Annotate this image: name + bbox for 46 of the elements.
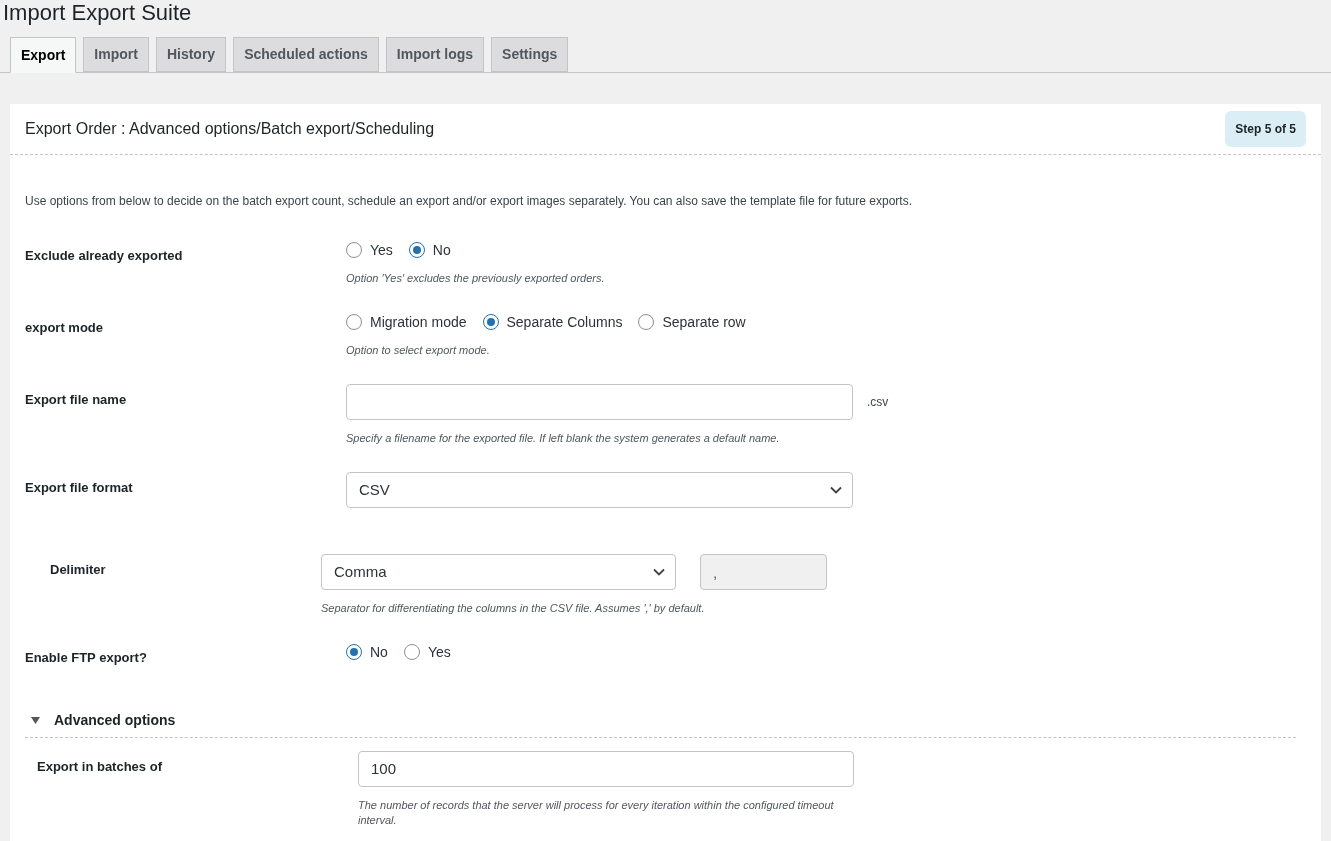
tab[interactable]: Import — [83, 37, 149, 72]
radio-button[interactable] — [482, 314, 499, 330]
step-badge: Step 5 of 5 — [1225, 111, 1306, 147]
intro-text: Use options from below to decide on the batch export count, schedule an export and/or export images separately. You can also save the template file for future exports. — [25, 193, 913, 210]
dropdown[interactable]: Comma — [321, 554, 676, 590]
file-extension: .csv — [867, 394, 889, 411]
field-label: Exclude already exported — [25, 247, 184, 265]
field-label: Export file format — [25, 479, 134, 497]
chevron-down-icon — [653, 568, 665, 576]
radio-label: Yes — [370, 240, 393, 260]
panel-title: Export Order : Advanced options/Batch export/Scheduling — [25, 119, 435, 139]
text-field[interactable] — [346, 384, 853, 420]
field-label: export mode — [25, 319, 104, 337]
help-text: Specify a filename for the exported file. If left blank the system generates a default name. — [346, 431, 781, 446]
tab[interactable]: Scheduled actions — [233, 37, 379, 72]
triangle-down-icon — [31, 716, 40, 724]
radio-label: Separate Columns — [506, 312, 623, 332]
radio-button[interactable] — [346, 314, 362, 330]
delimiter-field[interactable]: , — [700, 554, 827, 590]
tab[interactable]: Export — [10, 37, 77, 73]
radio-label: Separate row — [662, 312, 746, 332]
tab[interactable]: Import logs — [385, 37, 485, 72]
radio-button[interactable] — [408, 242, 425, 258]
field-label: Delimiter — [50, 561, 107, 579]
help-text: Separator for differentiating the columns in the CSV file. Assumes ',' by default. — [321, 601, 706, 616]
radio-label: No — [370, 642, 388, 662]
field-label: Export in batches of — [37, 757, 163, 776]
help-text: Option to select export mode. — [346, 343, 491, 358]
help-text: The number of records that the server will process for every iteration within the configured timeout interval. — [358, 797, 835, 828]
radio-button[interactable] — [346, 242, 362, 258]
page-title: Import Export Suite — [2, 0, 193, 26]
radio-button[interactable] — [638, 314, 655, 330]
radio-label: No — [432, 240, 451, 260]
field-label: Enable FTP export? — [25, 649, 148, 667]
radio-label: Yes — [427, 642, 451, 662]
help-text: Option 'Yes' excludes the previously exported orders. — [346, 271, 605, 286]
radio-button[interactable] — [346, 644, 362, 660]
advanced-options-toggle[interactable]: Advanced options — [25, 709, 1296, 738]
text-field[interactable]: 100 — [358, 750, 854, 787]
radio-label: Migration mode — [370, 312, 467, 332]
radio-button[interactable] — [403, 644, 420, 660]
tab[interactable]: Settings — [491, 37, 569, 72]
chevron-down-icon — [830, 486, 842, 494]
field-label: Export file name — [25, 391, 128, 409]
dropdown[interactable]: CSV — [346, 472, 853, 508]
tab[interactable]: History — [155, 37, 227, 72]
